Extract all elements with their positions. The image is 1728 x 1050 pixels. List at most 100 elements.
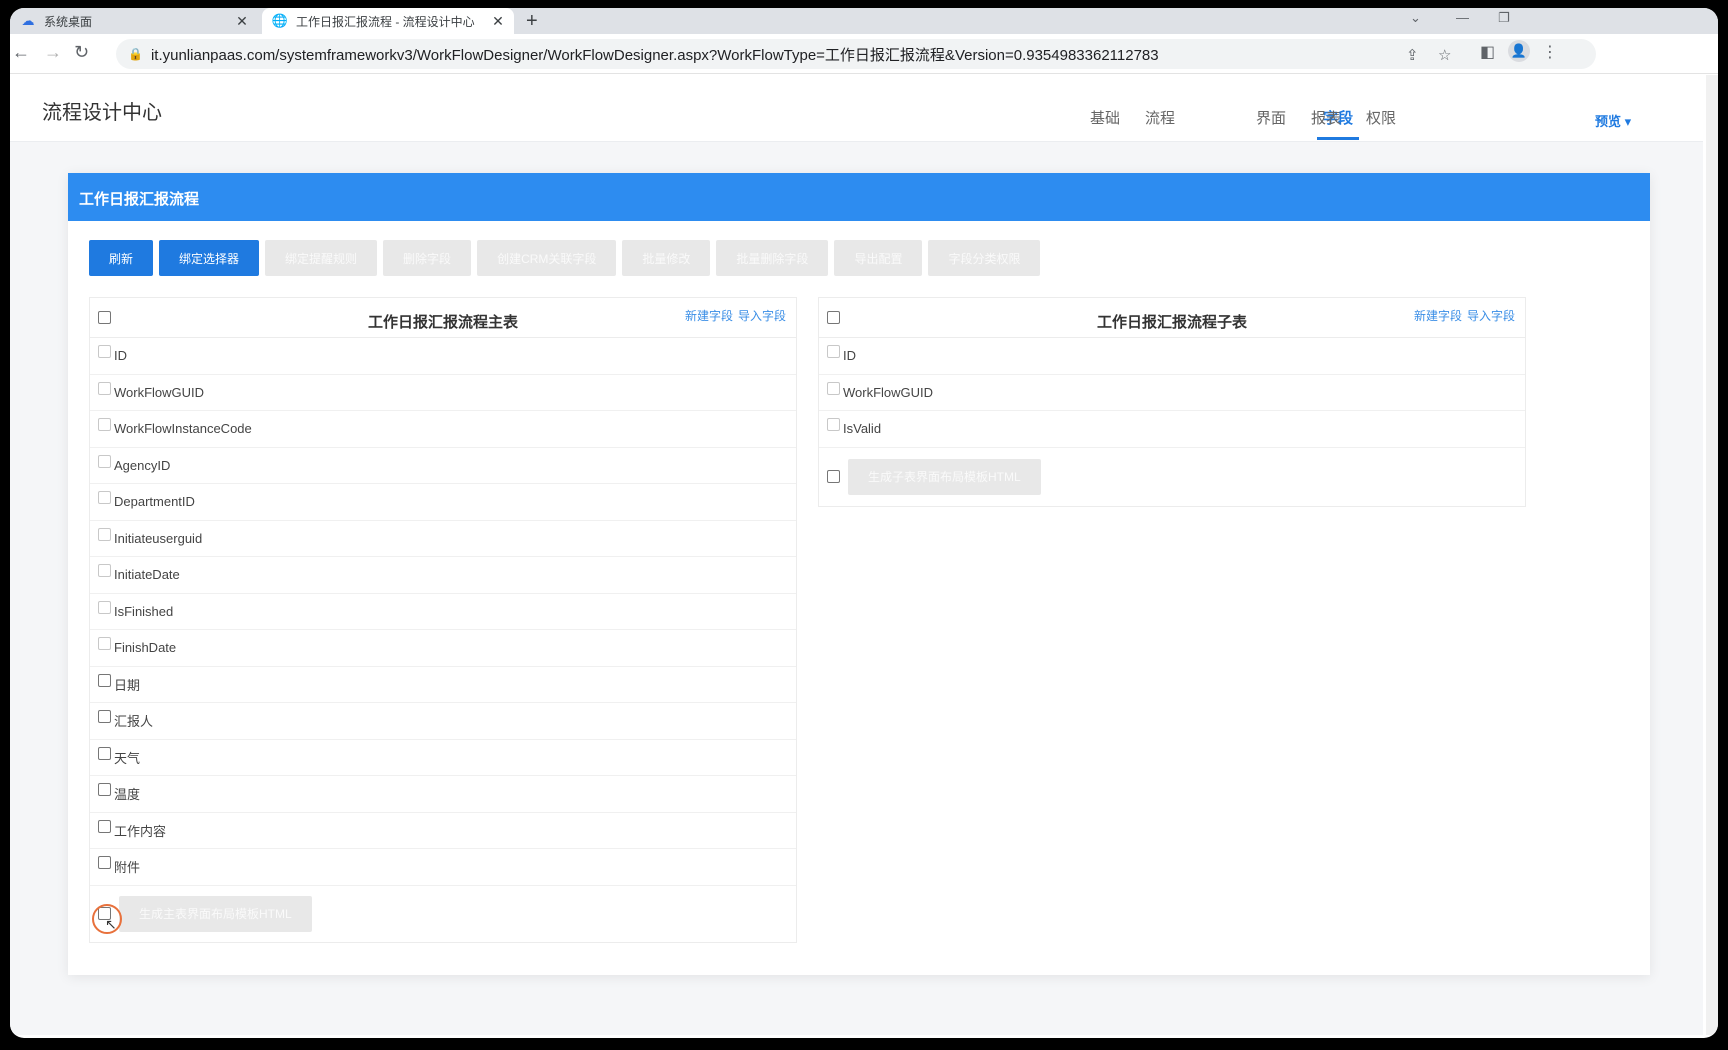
field-checkbox[interactable] xyxy=(98,600,111,614)
field-name: WorkFlowInstanceCode xyxy=(114,421,252,437)
field-row[interactable]: IsValid xyxy=(819,411,1525,448)
new-tab-icon[interactable]: + xyxy=(526,10,538,33)
field-name: DepartmentID xyxy=(114,494,195,510)
field-row[interactable]: WorkFlowGUID xyxy=(90,375,796,411)
main-field-list: ID WorkFlowGUID WorkFlowInstanceCode Agency… xyxy=(90,338,796,886)
field-row[interactable]: WorkFlowGUID xyxy=(819,375,1525,411)
field-row[interactable]: Initiateuserguid xyxy=(90,521,796,557)
field-row[interactable]: 天气 xyxy=(90,740,796,776)
field-name: AgencyID xyxy=(114,457,171,473)
close-icon[interactable]: ✕ xyxy=(234,13,250,30)
generate-sub-html-button[interactable]: 生成子表界面布局模板HTML xyxy=(848,458,1041,495)
field-checkbox[interactable] xyxy=(98,673,111,687)
new-field-link[interactable]: 新建字段 xyxy=(1414,309,1462,323)
globe-icon: 🌐 xyxy=(271,13,289,28)
create-crm-field-button[interactable]: 创建CRM关联字段 xyxy=(477,240,617,276)
batch-delete-button[interactable]: 批量删除字段 xyxy=(716,240,829,276)
chevron-down-icon[interactable]: ⌄ xyxy=(1410,10,1421,26)
restore-icon[interactable]: ❐ xyxy=(1498,10,1510,26)
refresh-button[interactable]: 刷新 xyxy=(89,240,154,276)
bind-reminder-button[interactable]: 绑定提醒规则 xyxy=(265,240,378,276)
field-checkbox[interactable] xyxy=(98,819,111,833)
field-name: WorkFlowGUID xyxy=(114,384,205,400)
field-checkbox[interactable] xyxy=(98,710,111,724)
nav-tab-basic[interactable]: 基础 xyxy=(1090,107,1120,128)
batch-edit-button[interactable]: 批量修改 xyxy=(622,240,711,276)
field-row[interactable]: 温度 xyxy=(90,776,796,813)
field-checkbox[interactable] xyxy=(98,564,111,578)
bind-selector-button[interactable]: 绑定选择器 xyxy=(159,240,260,276)
close-icon[interactable]: ✕ xyxy=(490,13,506,30)
nav-tab-ui[interactable]: 界面 xyxy=(1256,107,1286,128)
field-checkbox[interactable] xyxy=(98,527,111,541)
nav-tab-report[interactable]: 报表 xyxy=(1311,107,1341,128)
forward-arrow-icon[interactable]: → xyxy=(44,42,62,63)
caret-down-icon: ▾ xyxy=(1624,114,1632,129)
field-row[interactable]: 附件 xyxy=(90,849,796,886)
field-row[interactable]: 汇报人 xyxy=(90,703,796,740)
import-field-link[interactable]: 导入字段 xyxy=(1467,309,1515,323)
url-text: it.yunlianpaas.com/systemframeworkv3/Wor… xyxy=(150,46,1159,64)
field-row[interactable]: InitiateDate xyxy=(90,557,796,594)
field-checkbox[interactable] xyxy=(98,491,111,505)
menu-icon[interactable]: ⋮ xyxy=(1542,42,1558,62)
sub-table-header: 工作日报汇报流程子表 新建字段 导入字段 xyxy=(819,298,1525,338)
field-checkbox[interactable] xyxy=(98,783,111,797)
page-scrollbar[interactable] xyxy=(1706,75,1718,1035)
generate-main-html-button[interactable]: 生成主表界面布局模板HTML xyxy=(119,895,312,932)
field-row[interactable]: AgencyID xyxy=(90,448,796,484)
sidebar-icon[interactable]: ◧ xyxy=(1480,42,1495,62)
preview-dropdown[interactable]: 预览 ▾ xyxy=(1595,111,1631,130)
field-row[interactable]: 工作内容 xyxy=(90,813,796,849)
field-checkbox[interactable] xyxy=(98,418,111,432)
field-name: IsValid xyxy=(843,421,882,437)
field-checkbox[interactable] xyxy=(827,381,840,395)
browser-toolbar: ← → ↻ 🔒 it.yunlianpaas.com/systemframewo… xyxy=(10,34,1718,74)
profile-icon[interactable]: 👤 xyxy=(1508,40,1530,62)
star-icon[interactable]: ☆ xyxy=(1438,46,1451,64)
field-row[interactable]: ID xyxy=(90,338,796,375)
field-name: ID xyxy=(114,348,127,364)
field-name: 汇报人 xyxy=(114,714,154,730)
field-checkbox[interactable] xyxy=(98,381,111,395)
field-row[interactable]: FinishDate xyxy=(90,630,796,667)
field-row[interactable]: ID xyxy=(819,338,1525,375)
field-checkbox[interactable] xyxy=(827,345,840,359)
page-title: 流程设计中心 xyxy=(42,102,162,124)
main-table-panel: 工作日报汇报流程主表 新建字段 导入字段 ID WorkFlowGUID WorkFl… xyxy=(89,297,797,943)
nav-tab-flow[interactable]: 流程 xyxy=(1145,107,1175,128)
generate-checkbox[interactable] xyxy=(827,470,840,483)
card-header: 工作日报汇报流程 xyxy=(68,173,1650,221)
main-generate-row: 生成主表界面布局模板HTML ↖ xyxy=(90,886,796,942)
share-icon[interactable]: ⇪ xyxy=(1406,46,1419,64)
field-checkbox[interactable] xyxy=(827,418,840,432)
field-row[interactable]: 日期 xyxy=(90,667,796,703)
app-area: 流程设计中心 基础 流程 字段 界面 报表 权限 预览 ▾ 工作日报汇报流程 刷… xyxy=(10,75,1703,1035)
browser-window: ☁ 系统桌面 ✕ 🌐 工作日报汇报流程 - 流程设计中心 ✕ + ⌄ — ❐ ←… xyxy=(10,8,1718,1038)
cloud-logo-icon: ☁ xyxy=(21,13,35,28)
field-row[interactable]: DepartmentID xyxy=(90,484,796,521)
browser-tab-designer[interactable]: 🌐 工作日报汇报流程 - 流程设计中心 ✕ xyxy=(262,8,514,34)
minimize-icon[interactable]: — xyxy=(1456,10,1469,25)
reload-icon[interactable]: ↻ xyxy=(74,42,89,63)
delete-field-button[interactable]: 删除字段 xyxy=(383,240,472,276)
field-row[interactable]: WorkFlowInstanceCode xyxy=(90,411,796,448)
new-field-link[interactable]: 新建字段 xyxy=(685,309,733,323)
address-bar[interactable]: 🔒 it.yunlianpaas.com/systemframeworkv3/W… xyxy=(116,39,1596,69)
import-field-link[interactable]: 导入字段 xyxy=(738,309,786,323)
browser-tab-desktop[interactable]: ☁ 系统桌面 ✕ xyxy=(10,8,258,34)
field-name: 附件 xyxy=(114,860,141,876)
field-name: FinishDate xyxy=(114,640,177,656)
field-checkbox[interactable] xyxy=(98,746,111,760)
back-arrow-icon[interactable]: ← xyxy=(12,42,30,63)
field-name: IsFinished xyxy=(114,603,174,619)
field-checkbox[interactable] xyxy=(98,454,111,468)
nav-tab-permission[interactable]: 权限 xyxy=(1366,107,1396,128)
field-checkbox[interactable] xyxy=(98,345,111,359)
field-category-permission-button[interactable]: 字段分类权限 xyxy=(928,240,1041,276)
field-name: 工作内容 xyxy=(114,823,167,839)
field-checkbox[interactable] xyxy=(98,856,111,870)
field-checkbox[interactable] xyxy=(98,637,111,651)
field-row[interactable]: IsFinished xyxy=(90,594,796,630)
export-config-button[interactable]: 导出配置 xyxy=(834,240,923,276)
